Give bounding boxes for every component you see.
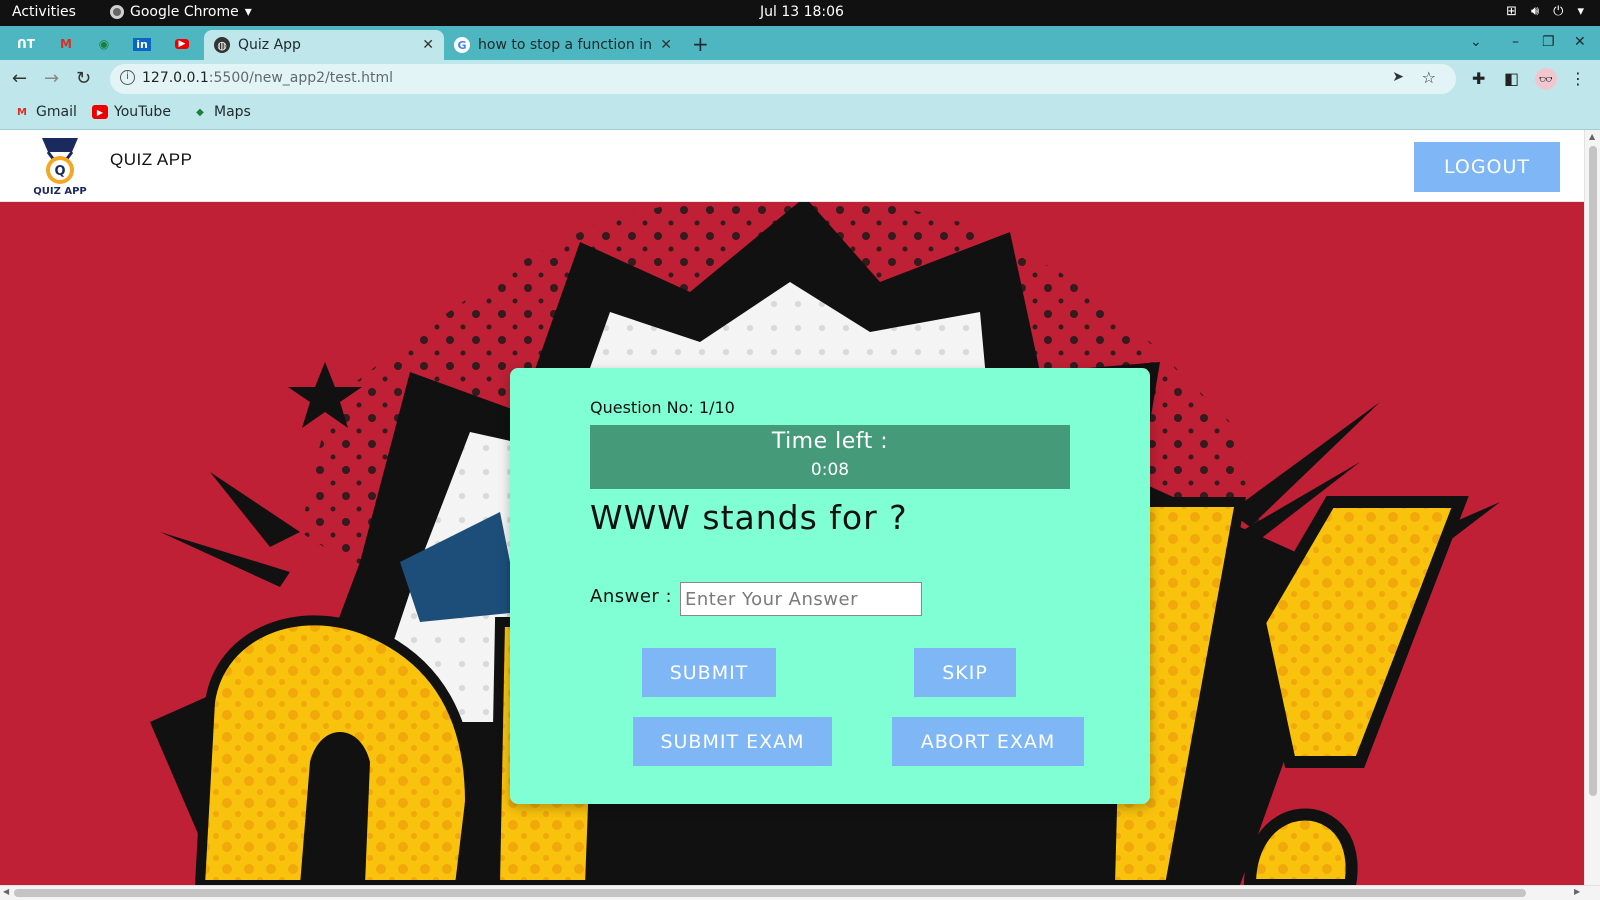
restore-icon[interactable]: ❐ <box>1542 34 1555 50</box>
bookmarks-bar: M Gmail ▶ YouTube ◆ Maps <box>0 98 1600 130</box>
linkedin-icon: in <box>133 37 151 51</box>
app-menu-label: Google Chrome <box>130 4 239 20</box>
side-panel-icon[interactable]: ◧ <box>1504 69 1519 88</box>
pinned-tab-maps[interactable]: ◉ <box>90 32 118 56</box>
scroll-right-arrow-icon[interactable]: ▶ <box>1574 887 1580 896</box>
url-path: :5500/new_app2/test.html <box>208 70 393 86</box>
quiz-card: Question No: 1/10 Time left : 0:08 WWW s… <box>510 368 1150 804</box>
site-info-icon[interactable]: i <box>120 70 135 85</box>
chrome-icon <box>110 5 124 19</box>
forward-arrow-icon[interactable]: → <box>44 68 59 89</box>
url-text[interactable]: 127.0.0.1:5500/new_app2/test.html <box>142 70 393 86</box>
horizontal-scrollbar[interactable]: ◀ ▶ <box>0 885 1600 900</box>
youtube-icon: ▶ <box>92 105 108 119</box>
system-tray[interactable]: ⊞ 🔊︎ ⏻ ▾ <box>1506 4 1584 19</box>
chevron-down-icon: ▾ <box>1577 4 1584 19</box>
horizontal-scroll-thumb[interactable] <box>14 889 1526 897</box>
url-host: 127.0.0.1 <box>142 70 209 86</box>
logo-text: QUIZ APP <box>33 186 86 197</box>
question-text: WWW stands for ? <box>590 498 908 537</box>
maps-icon: ◆ <box>196 106 204 118</box>
bookmark-label: Maps <box>214 104 251 120</box>
skip-button[interactable]: SKIP <box>914 648 1016 697</box>
reload-icon[interactable]: ↻ <box>76 68 91 89</box>
app-title: QUIZ APP <box>110 150 193 169</box>
tab-title: Quiz App <box>238 37 301 53</box>
send-tab-icon[interactable]: ➤ <box>1392 69 1404 85</box>
svg-text:Q: Q <box>54 164 65 179</box>
timer-value: 0:08 <box>810 460 850 480</box>
bookmark-label: Gmail <box>36 104 77 120</box>
answer-label: Answer : <box>590 586 673 607</box>
vertical-scroll-thumb[interactable] <box>1589 146 1597 796</box>
vertical-scrollbar[interactable]: ▲ <box>1584 130 1600 885</box>
submit-button[interactable]: SUBMIT <box>642 648 776 697</box>
browser-toolbar: ← → ↻ i 127.0.0.1:5500/new_app2/test.htm… <box>0 60 1600 98</box>
bookmark-label: YouTube <box>114 104 171 120</box>
abort-exam-button[interactable]: ABORT EXAM <box>892 717 1084 766</box>
close-tab-icon[interactable]: ✕ <box>422 37 434 53</box>
scroll-up-arrow-icon[interactable]: ▲ <box>1589 132 1595 141</box>
timer-label: Time left : <box>771 429 889 454</box>
timer-panel: Time left : 0:08 <box>590 425 1070 489</box>
tab-strip: ᑎT M ◉ in ▶ ◍ Quiz App ✕ G how to stop a… <box>0 26 1600 60</box>
gmail-icon: M <box>60 37 72 51</box>
bookmark-youtube[interactable]: ▶ YouTube <box>92 104 171 120</box>
activities-button[interactable]: Activities <box>12 4 76 20</box>
tab-title: how to stop a function in <box>478 37 652 53</box>
globe-icon: ◍ <box>214 37 230 53</box>
network-icon: ⊞ <box>1506 4 1517 19</box>
power-icon: ⏻ <box>1553 4 1564 19</box>
close-window-icon[interactable]: ✕ <box>1574 34 1586 50</box>
bookmark-maps[interactable]: ◆ Maps <box>192 104 251 120</box>
pinned-tab-gmail[interactable]: M <box>52 32 80 56</box>
os-top-bar: Activities Google Chrome ▾ Jul 13 18:06 … <box>0 0 1600 26</box>
profile-avatar[interactable]: 👓︎ <box>1535 68 1557 90</box>
logout-button[interactable]: LOGOUT <box>1414 142 1560 192</box>
back-arrow-icon[interactable]: ← <box>12 68 27 89</box>
tab-quiz-app[interactable]: ◍ Quiz App ✕ <box>204 30 444 60</box>
gmail-icon: M <box>17 106 27 118</box>
tab-search-chevron-icon[interactable]: ⌄ <box>1470 34 1482 50</box>
quiz-app-logo: Q QUIZ APP <box>12 132 108 200</box>
app-header: Q QUIZ APP QUIZ APP LOGOUT <box>0 130 1584 202</box>
menu-kebab-icon[interactable]: ⋮ <box>1570 69 1586 88</box>
minimize-icon[interactable]: – <box>1512 34 1519 50</box>
clock[interactable]: Jul 13 18:06 <box>760 4 844 20</box>
new-tab-button[interactable]: + <box>692 32 709 56</box>
submit-exam-button[interactable]: SUBMIT EXAM <box>633 717 832 766</box>
youtube-icon: ▶ <box>174 39 190 49</box>
pinned-tab-linkedin[interactable]: in <box>128 32 156 56</box>
scroll-left-arrow-icon[interactable]: ◀ <box>3 887 9 896</box>
maps-icon: ◉ <box>98 37 110 51</box>
close-tab-icon[interactable]: ✕ <box>660 37 672 53</box>
volume-icon: 🔊︎ <box>1530 4 1540 19</box>
bookmark-star-icon[interactable]: ☆ <box>1422 68 1436 87</box>
pinned-tab-youtube[interactable]: ▶ <box>168 32 196 56</box>
google-icon: G <box>454 37 470 53</box>
address-bar[interactable]: i 127.0.0.1:5500/new_app2/test.html ➤ ☆ <box>110 64 1456 94</box>
question-number: Question No: 1/10 <box>590 398 735 417</box>
app-menu[interactable]: Google Chrome ▾ <box>110 4 252 20</box>
answer-input[interactable] <box>680 582 922 616</box>
bookmark-gmail[interactable]: M Gmail <box>14 104 77 120</box>
notion-icon: ᑎT <box>17 37 35 51</box>
chevron-down-icon: ▾ <box>244 4 252 20</box>
tab-search[interactable]: G how to stop a function in ✕ <box>444 30 682 60</box>
pinned-tab-notion[interactable]: ᑎT <box>12 32 40 56</box>
extensions-puzzle-icon[interactable]: ✚ <box>1472 69 1485 88</box>
